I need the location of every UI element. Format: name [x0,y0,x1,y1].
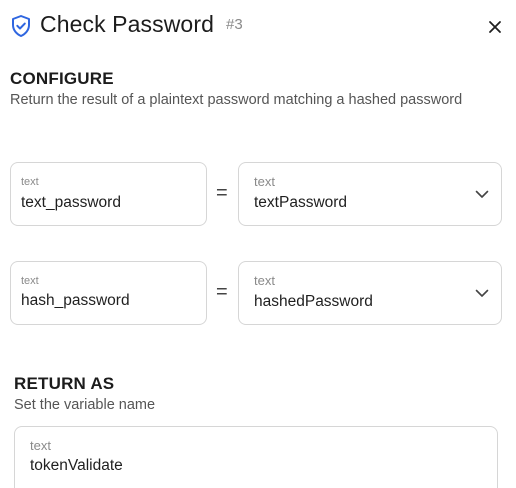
return-type-label: text [30,438,51,453]
argument-select-hashed-password[interactable]: text hashedPassword [238,261,502,325]
chevron-down-icon[interactable] [475,190,489,199]
chevron-down-icon[interactable] [475,289,489,298]
panel-header: Check Password #3 [0,0,516,52]
param-name: text_password [21,194,121,211]
argument-type-label: text [254,273,275,288]
param-field-text-password[interactable]: text text_password [10,162,207,226]
configure-heading: CONFIGURE [10,69,114,88]
equals-operator: = [216,281,228,303]
shield-check-icon [12,15,30,37]
return-as-heading: RETURN AS [14,374,115,393]
param-type-label: text [21,176,39,188]
argument-value: textPassword [254,194,348,211]
return-variable-field[interactable]: text tokenValidate [14,426,498,488]
equals-operator: = [216,182,228,204]
param-field-hash-password[interactable]: text hash_password [10,261,207,325]
argument-type-label: text [254,174,275,189]
argument-value: hashedPassword [254,293,373,310]
configure-description: Return the result of a plaintext passwor… [10,92,463,108]
close-icon[interactable] [484,16,506,38]
param-type-label: text [21,275,39,287]
return-as-description: Set the variable name [14,397,156,413]
param-name: hash_password [21,292,130,309]
page-title: Check Password [40,11,214,37]
argument-select-text-password[interactable]: text textPassword [238,162,502,226]
return-variable-name: tokenValidate [30,457,123,474]
step-number: #3 [226,16,243,33]
check-password-panel: Check Password #3 CONFIGURE Return the r… [0,0,516,488]
